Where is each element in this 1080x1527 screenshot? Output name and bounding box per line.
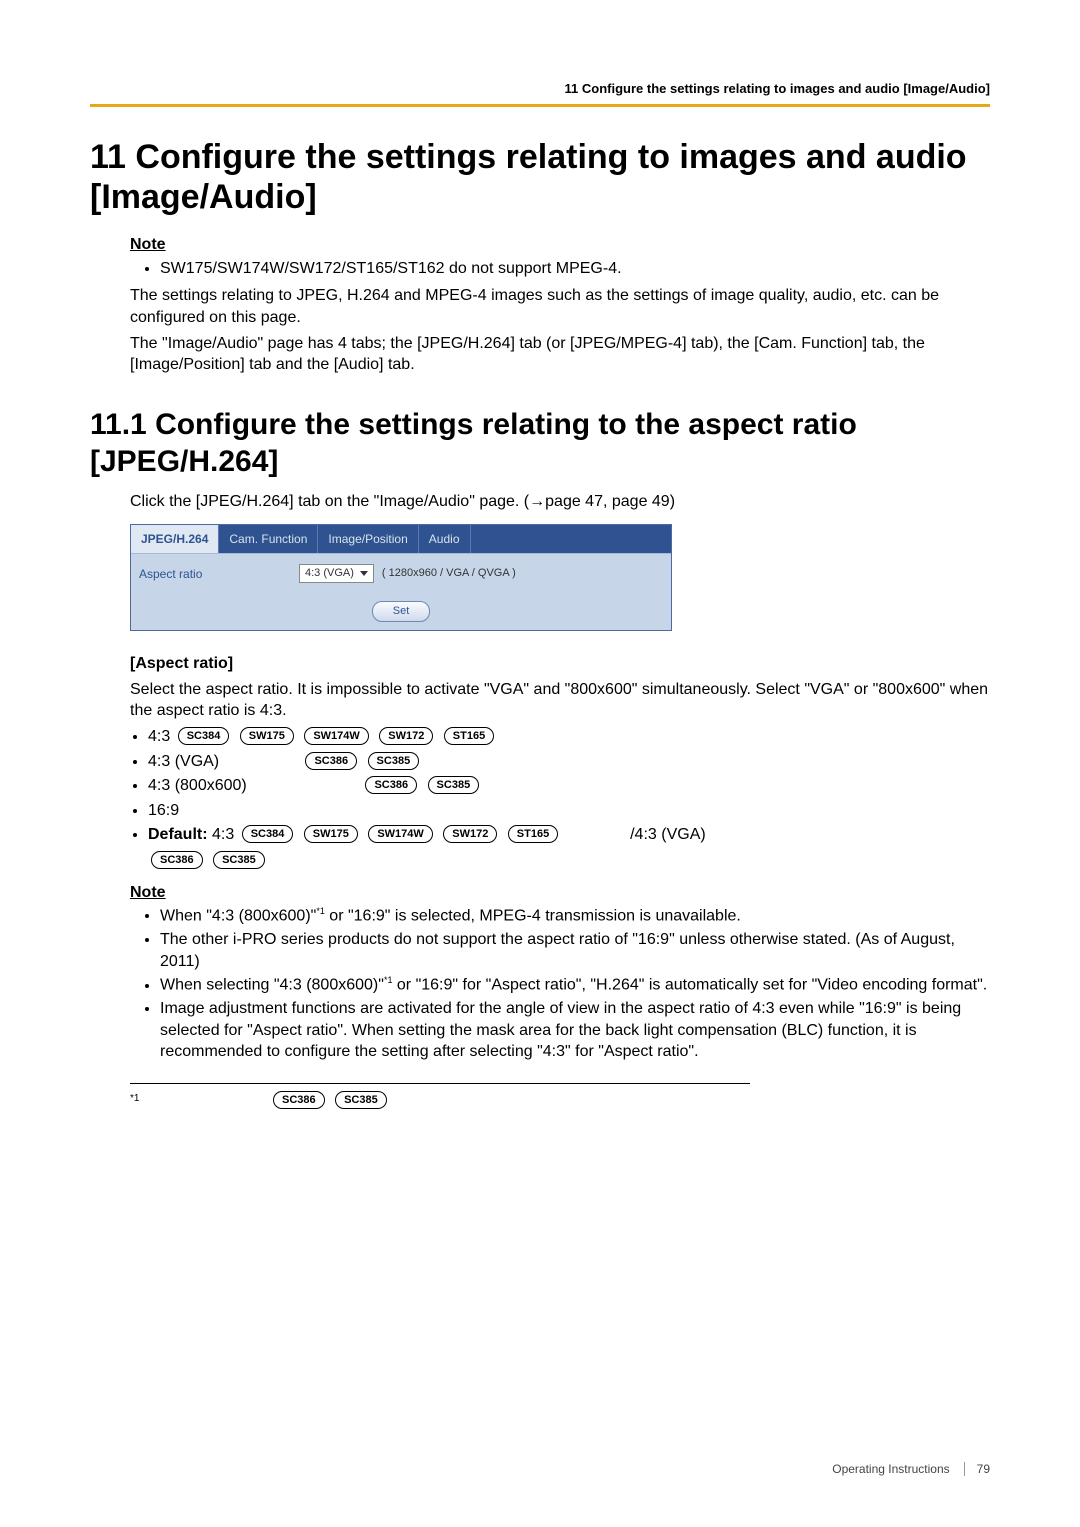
option-label: 16:9 — [148, 802, 179, 819]
aspect-ratio-intro: Select the aspect ratio. It is impossibl… — [130, 679, 990, 722]
model-pill: SC385 — [213, 851, 265, 869]
intro-paragraph: The "Image/Audio" page has 4 tabs; the [… — [130, 333, 990, 376]
footnote-marker: *1 — [130, 1090, 270, 1106]
lead-text: Click the [JPEG/H.264] tab on the "Image… — [130, 493, 529, 510]
model-pill: ST165 — [444, 727, 494, 745]
note-label: Note — [130, 234, 990, 256]
lead-text: page 47, page 49) — [545, 493, 675, 510]
model-pill: SC386 — [273, 1091, 325, 1109]
chapter-title: 11 Configure the settings relating to im… — [90, 137, 990, 219]
option-label: 4:3 (800x600) — [148, 775, 358, 797]
model-pill: SW172 — [443, 825, 497, 843]
footer-label: Operating Instructions — [832, 1461, 949, 1477]
set-button[interactable]: Set — [372, 601, 431, 622]
model-pill: SC385 — [368, 752, 420, 770]
page-footer: Operating Instructions 79 — [832, 1461, 990, 1477]
note-item: SW175/SW174W/SW172/ST165/ST162 do not su… — [160, 258, 990, 280]
model-pill: SC384 — [242, 825, 294, 843]
list-item: 4:3 (VGA) SC386 SC385 — [148, 751, 990, 773]
tab-image-position[interactable]: Image/Position — [318, 525, 418, 553]
model-pill: SW174W — [368, 825, 432, 843]
note-item: When selecting "4:3 (800x600)"*1 or "16:… — [160, 974, 990, 996]
aspect-ratio-label: Aspect ratio — [139, 566, 299, 582]
section-lead: Click the [JPEG/H.264] tab on the "Image… — [130, 491, 990, 513]
footnote-ref: *1 — [316, 906, 325, 916]
aspect-ratio-row: Aspect ratio 4:3 (VGA) ( 1280x960 / VGA … — [131, 554, 671, 593]
footnote: *1 SC386 SC385 — [130, 1090, 990, 1112]
footer-page-number: 79 — [977, 1461, 990, 1477]
note-item: The other i-PRO series products do not s… — [160, 929, 990, 972]
ui-screenshot: JPEG/H.264 Cam. Function Image/Position … — [130, 524, 672, 631]
arrow-icon: → — [529, 493, 545, 510]
option-label: 4:3 (VGA) — [148, 751, 298, 773]
aspect-ratio-select[interactable]: 4:3 (VGA) — [299, 564, 374, 583]
chevron-down-icon — [360, 571, 368, 576]
resolution-hint: ( 1280x960 / VGA / QVGA ) — [382, 566, 516, 581]
model-pill: SC386 — [305, 752, 357, 770]
default-suffix: /4:3 (VGA) — [630, 826, 706, 843]
aspect-ratio-heading: [Aspect ratio] — [130, 653, 990, 675]
model-pill: SC386 — [151, 851, 203, 869]
model-pill: SC385 — [428, 776, 480, 794]
model-pill: SW175 — [304, 825, 358, 843]
note-label: Note — [130, 882, 990, 904]
note-item: Image adjustment functions are activated… — [160, 998, 990, 1063]
running-header: 11 Configure the settings relating to im… — [90, 80, 990, 107]
model-pill: SW172 — [379, 727, 433, 745]
section-title: 11.1 Configure the settings relating to … — [90, 406, 990, 481]
list-item: 4:3 (800x600) SC386 SC385 — [148, 775, 990, 797]
tab-bar: JPEG/H.264 Cam. Function Image/Position … — [131, 525, 671, 553]
note-item: When "4:3 (800x600)"*1 or "16:9" is sele… — [160, 905, 990, 927]
list-item: Default: 4:3 SC384 SW175 SW174W SW172 ST… — [148, 824, 990, 871]
model-pill: SW175 — [240, 727, 294, 745]
tab-jpeg-h264[interactable]: JPEG/H.264 — [131, 525, 219, 553]
model-pill: SC386 — [365, 776, 417, 794]
default-label: Default: — [148, 826, 208, 843]
tab-cam-function[interactable]: Cam. Function — [219, 525, 318, 553]
footnote-rule — [130, 1083, 750, 1084]
option-label: 4:3 — [148, 728, 170, 745]
model-pill: SW174W — [304, 727, 368, 745]
list-item: 16:9 — [148, 800, 990, 822]
tab-audio[interactable]: Audio — [419, 525, 471, 553]
model-pill: ST165 — [508, 825, 558, 843]
default-value: 4:3 — [208, 826, 239, 843]
model-pill: SC385 — [335, 1091, 387, 1109]
model-pill: SC384 — [178, 727, 230, 745]
list-item: 4:3 SC384 SW175 SW174W SW172 ST165 — [148, 726, 990, 748]
select-value: 4:3 (VGA) — [305, 566, 354, 581]
intro-paragraph: The settings relating to JPEG, H.264 and… — [130, 285, 990, 328]
